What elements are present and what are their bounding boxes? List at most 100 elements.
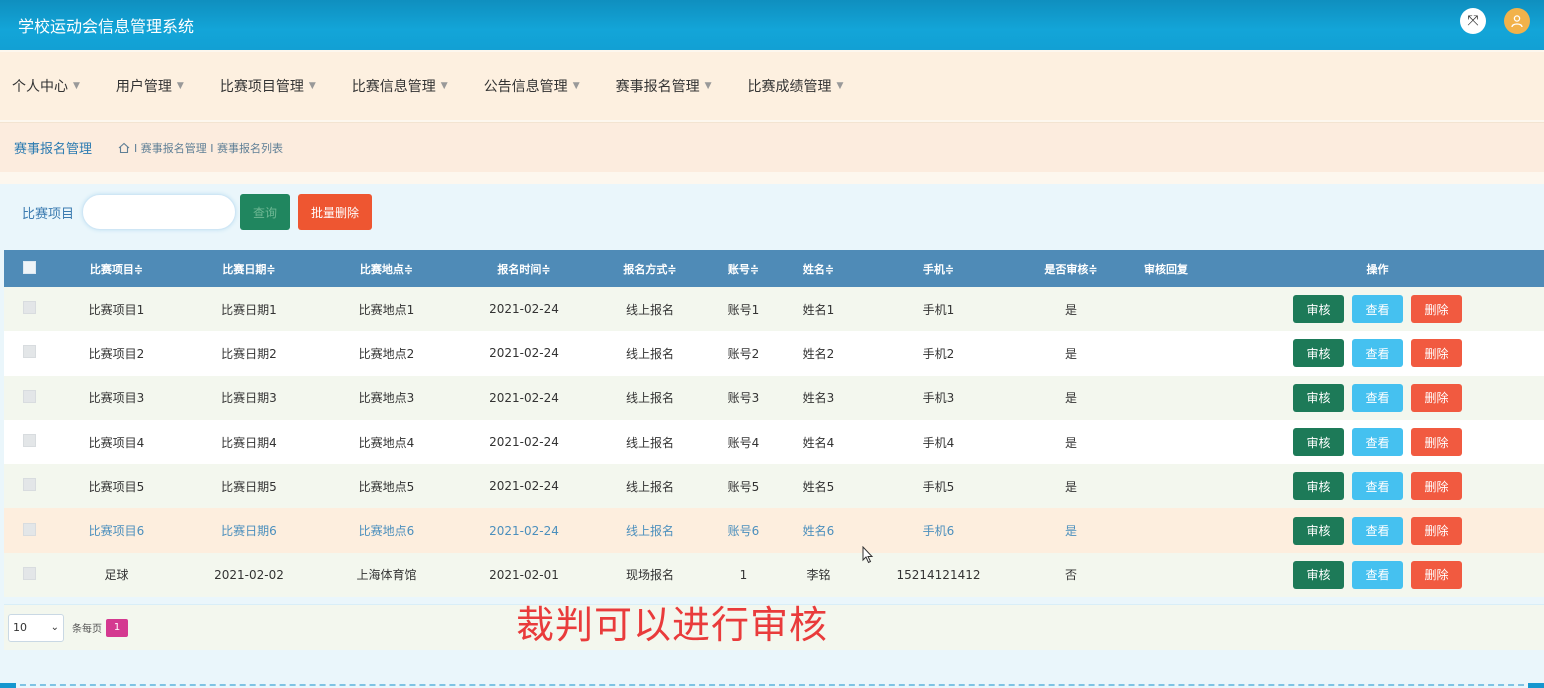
nav-item-5[interactable]: 赛事报名管理 ▼ bbox=[616, 76, 712, 96]
table-cell: 比赛项目2 bbox=[88, 346, 145, 361]
column-header[interactable]: 姓名≑ bbox=[781, 250, 856, 287]
column-header[interactable]: 手机≑ bbox=[856, 250, 1021, 287]
review-button[interactable]: 审核 bbox=[1293, 339, 1344, 368]
batch-delete-button[interactable]: 批量删除 bbox=[298, 194, 373, 230]
table-cell: 线上报名 bbox=[625, 346, 674, 361]
table-cell: 账号1 bbox=[727, 302, 760, 317]
delete-button[interactable]: 删除 bbox=[1411, 560, 1462, 589]
nav-item-1[interactable]: 用户管理 ▼ bbox=[116, 76, 184, 96]
table-cell: 账号5 bbox=[727, 479, 760, 494]
column-header[interactable]: 比赛项目≑ bbox=[54, 250, 179, 287]
table-cell: 姓名4 bbox=[802, 435, 835, 450]
table-cell: 比赛日期5 bbox=[221, 479, 277, 494]
review-button[interactable]: 审核 bbox=[1293, 516, 1344, 545]
table-cell: 手机6 bbox=[922, 524, 955, 539]
table-cell: 是 bbox=[1064, 391, 1077, 406]
review-button[interactable]: 审核 bbox=[1293, 428, 1344, 457]
breadcrumb-path: I 赛事报名管理 I 赛事报名列表 bbox=[134, 141, 283, 155]
review-button[interactable]: 审核 bbox=[1293, 383, 1344, 412]
table-cell: 线上报名 bbox=[625, 391, 674, 406]
fullscreen-icon[interactable]: ⤧ bbox=[1460, 8, 1486, 34]
column-header[interactable]: 比赛地点≑ bbox=[319, 250, 454, 287]
table-cell: 姓名1 bbox=[802, 302, 835, 317]
nav-item-label: 用户管理 bbox=[115, 79, 172, 95]
select-all-checkbox[interactable] bbox=[4, 250, 54, 287]
view-button[interactable]: 查看 bbox=[1352, 516, 1403, 545]
caret-down-icon: ▼ bbox=[704, 81, 712, 91]
page-size-value: 10 bbox=[13, 621, 27, 634]
main-nav: 个人中心 ▼ 用户管理 ▼ 比赛项目管理 ▼ 比赛信息管理 ▼ 公告信息管理 ▼ 赛事报名管理 ▼ 比赛… bbox=[0, 52, 1544, 120]
view-button[interactable]: 查看 bbox=[1352, 428, 1403, 457]
delete-button[interactable]: 删除 bbox=[1411, 295, 1462, 324]
nav-item-label: 比赛信息管理 bbox=[351, 79, 436, 95]
home-icon[interactable] bbox=[118, 142, 130, 154]
column-header[interactable]: 报名时间≑ bbox=[454, 250, 594, 287]
row-checkbox[interactable] bbox=[4, 464, 54, 508]
row-checkbox[interactable] bbox=[4, 508, 54, 552]
table-cell: 足球 bbox=[104, 568, 129, 583]
row-actions: 审核 查看 删除 bbox=[1211, 420, 1544, 464]
review-button[interactable]: 审核 bbox=[1293, 560, 1344, 589]
search-input[interactable] bbox=[82, 194, 237, 230]
view-button[interactable]: 查看 bbox=[1352, 560, 1403, 589]
column-header[interactable]: 报名方式≑ bbox=[594, 250, 706, 287]
table-cell: 线上报名 bbox=[625, 479, 674, 494]
table-cell: 账号2 bbox=[727, 346, 760, 361]
table-cell: 2021-02-02 bbox=[214, 567, 284, 582]
nav-item-label: 比赛成绩管理 bbox=[747, 79, 832, 95]
page-button-1[interactable]: 1 bbox=[106, 618, 128, 637]
table-cell: 现场报名 bbox=[625, 568, 674, 583]
table-cell: 2021-02-24 bbox=[489, 523, 559, 538]
table-cell: 比赛地点3 bbox=[358, 391, 415, 406]
view-button[interactable]: 查看 bbox=[1352, 472, 1403, 501]
row-checkbox[interactable] bbox=[4, 287, 54, 331]
row-checkbox[interactable] bbox=[4, 553, 54, 597]
nav-item-4[interactable]: 公告信息管理 ▼ bbox=[484, 76, 580, 96]
review-button[interactable]: 审核 bbox=[1293, 295, 1344, 324]
column-header[interactable]: 账号≑ bbox=[706, 250, 781, 287]
delete-button[interactable]: 删除 bbox=[1411, 383, 1462, 412]
row-checkbox[interactable] bbox=[4, 376, 54, 420]
nav-item-label: 比赛项目管理 bbox=[219, 79, 304, 95]
row-actions: 审核 查看 删除 bbox=[1211, 553, 1544, 597]
bottom-divider bbox=[0, 684, 1544, 686]
table-cell: 比赛地点6 bbox=[358, 524, 415, 539]
delete-button[interactable]: 删除 bbox=[1411, 339, 1462, 368]
page-size-select[interactable]: 10 ⌄ bbox=[8, 613, 64, 642]
review-button[interactable]: 审核 bbox=[1293, 472, 1344, 501]
nav-item-label: 赛事报名管理 bbox=[615, 79, 700, 95]
column-header[interactable]: 比赛日期≑ bbox=[179, 250, 319, 287]
table-cell: 比赛日期3 bbox=[221, 391, 277, 406]
search-form: 比赛项目 查询 批量删除 bbox=[22, 194, 373, 230]
table-cell: 账号3 bbox=[727, 391, 760, 406]
table-row: 比赛项目4 比赛日期4 比赛地点4 2021-02-24 线上报名 账号4 姓名4 手机4 是 审… bbox=[4, 419, 1544, 465]
page-title: 赛事报名管理 bbox=[14, 142, 93, 157]
column-header: 操作 bbox=[1366, 262, 1389, 276]
user-avatar-icon[interactable] bbox=[1504, 8, 1530, 34]
query-button[interactable]: 查询 bbox=[240, 194, 291, 230]
delete-button[interactable]: 删除 bbox=[1411, 472, 1462, 501]
view-button[interactable]: 查看 bbox=[1352, 295, 1403, 324]
bottom-edge-left bbox=[0, 683, 16, 688]
nav-item-3[interactable]: 比赛信息管理 ▼ bbox=[352, 76, 448, 96]
table-cell: 比赛日期6 bbox=[221, 524, 277, 539]
column-header[interactable]: 是否审核≑ bbox=[1021, 250, 1121, 287]
delete-button[interactable]: 删除 bbox=[1411, 516, 1462, 545]
row-checkbox[interactable] bbox=[4, 420, 54, 464]
table-cell: 2021-02-24 bbox=[489, 346, 559, 361]
table-cell: 姓名6 bbox=[802, 524, 835, 539]
delete-button[interactable]: 删除 bbox=[1411, 428, 1462, 457]
row-checkbox[interactable] bbox=[4, 331, 54, 375]
nav-item-2[interactable]: 比赛项目管理 ▼ bbox=[220, 76, 316, 96]
nav-item-6[interactable]: 比赛成绩管理 ▼ bbox=[748, 76, 844, 96]
row-actions: 审核 查看 删除 bbox=[1211, 464, 1544, 508]
table-cell: 比赛地点1 bbox=[358, 302, 415, 317]
table-row: 足球 2021-02-02 上海体育馆 2021-02-01 现场报名 1 李铭 152141… bbox=[4, 552, 1544, 598]
table-cell: 姓名5 bbox=[802, 479, 835, 494]
view-button[interactable]: 查看 bbox=[1352, 383, 1403, 412]
search-label: 比赛项目 bbox=[22, 206, 75, 222]
nav-item-0[interactable]: 个人中心 ▼ bbox=[12, 76, 80, 96]
view-button[interactable]: 查看 bbox=[1352, 339, 1403, 368]
table-cell: 手机2 bbox=[922, 346, 955, 361]
breadcrumb: I 赛事报名管理 I 赛事报名列表 bbox=[118, 140, 283, 156]
